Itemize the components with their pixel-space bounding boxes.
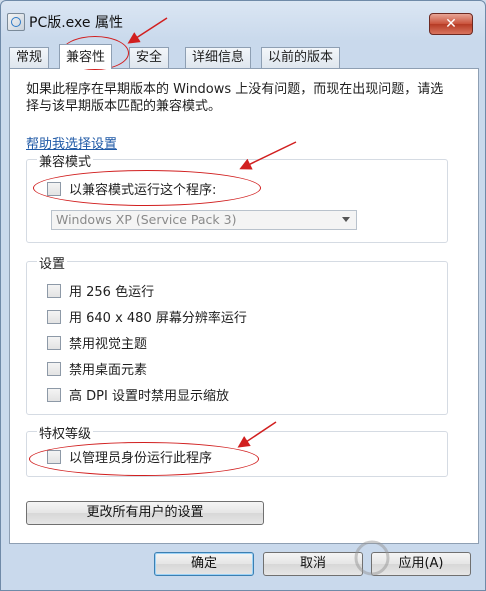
settings-group: 设置 用 256 色运行 用 640 x 480 屏幕分辨率运行 禁用视觉主题 … (26, 253, 448, 415)
run-as-admin-checkbox[interactable]: 以管理员身份运行此程序 (47, 450, 212, 468)
help-link[interactable]: 帮助我选择设置 (26, 133, 117, 152)
settings-title: 设置 (37, 253, 68, 272)
setting-label: 禁用桌面元素 (69, 363, 148, 378)
checkbox-box[interactable] (47, 310, 61, 324)
change-all-users-button[interactable]: 更改所有用户的设置 (26, 501, 264, 525)
tab-previous-versions[interactable]: 以前的版本 (261, 47, 341, 68)
tab-compatibility[interactable]: 兼容性 (59, 44, 113, 69)
run-as-admin-label: 以管理员身份运行此程序 (69, 451, 213, 466)
setting-640x480[interactable]: 用 640 x 480 屏幕分辨率运行 (47, 310, 247, 328)
checkbox-box[interactable] (47, 182, 61, 196)
apply-button[interactable]: 应用(A) (371, 552, 471, 576)
compat-mode-checkbox[interactable]: 以兼容模式运行这个程序: (47, 182, 216, 200)
setting-disable-visual-themes[interactable]: 禁用视觉主题 (47, 336, 147, 354)
setting-disable-desktop-composition[interactable]: 禁用桌面元素 (47, 362, 147, 380)
os-version-dropdown[interactable]: Windows XP (Service Pack 3) (51, 210, 357, 230)
intro-text: 如果此程序在早期版本的 Windows 上没有问题，而现在出现问题，请选择与该早… (26, 82, 444, 114)
setting-disable-dpi-scaling[interactable]: 高 DPI 设置时禁用显示缩放 (47, 388, 229, 406)
checkbox-box[interactable] (47, 450, 61, 464)
checkbox-box[interactable] (47, 362, 61, 376)
privilege-title: 特权等级 (37, 423, 94, 442)
ok-button[interactable]: 确定 (154, 552, 254, 576)
app-icon (7, 13, 25, 31)
compat-mode-title: 兼容模式 (37, 151, 94, 170)
close-button[interactable]: ✕ (429, 13, 473, 35)
properties-window: PC版.exe 属性 ✕ 常规 兼容性 安全 详细信息 以前的版本 如果此程序在… (0, 0, 486, 591)
tab-general[interactable]: 常规 (9, 47, 50, 68)
window-title: PC版.exe 属性 (29, 15, 123, 31)
privilege-group: 特权等级 以管理员身份运行此程序 (26, 423, 448, 477)
checkbox-box[interactable] (47, 336, 61, 350)
setting-label: 用 640 x 480 屏幕分辨率运行 (69, 311, 247, 326)
chevron-down-icon[interactable] (342, 217, 350, 222)
cancel-button[interactable]: 取消 (263, 552, 363, 576)
setting-label: 高 DPI 设置时禁用显示缩放 (69, 389, 229, 404)
setting-label: 用 256 色运行 (69, 285, 155, 300)
compat-mode-label: 以兼容模式运行这个程序: (69, 183, 217, 198)
compat-mode-group: 兼容模式 以兼容模式运行这个程序: Windows XP (Service Pa… (26, 151, 448, 243)
setting-256-colors[interactable]: 用 256 色运行 (47, 284, 154, 302)
tab-details[interactable]: 详细信息 (185, 47, 252, 68)
setting-label: 禁用视觉主题 (69, 337, 148, 352)
title-bar[interactable]: PC版.exe 属性 ✕ (1, 1, 485, 41)
checkbox-box[interactable] (47, 284, 61, 298)
dropdown-value: Windows XP (Service Pack 3) (56, 212, 237, 227)
compatibility-panel: 如果此程序在早期版本的 Windows 上没有问题，而现在出现问题，请选择与该早… (9, 68, 479, 544)
checkbox-box[interactable] (47, 388, 61, 402)
tab-security[interactable]: 安全 (129, 47, 170, 68)
